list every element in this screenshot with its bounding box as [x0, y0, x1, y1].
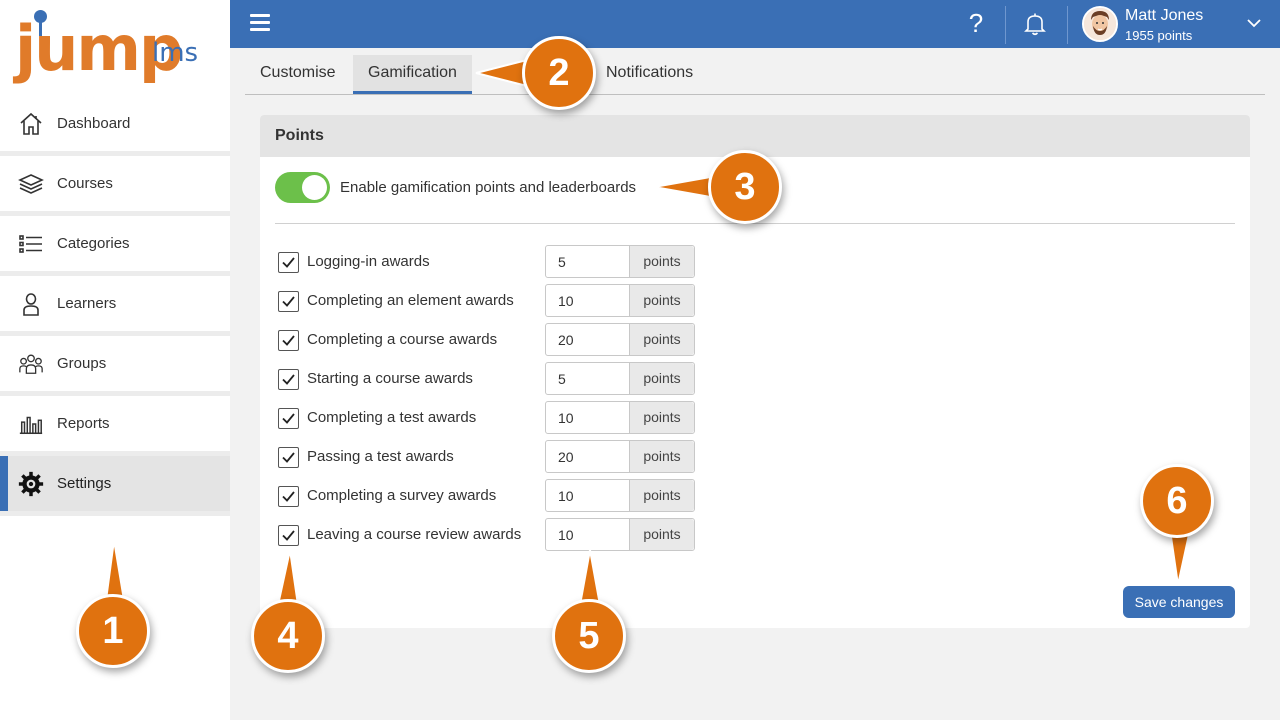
- points-input[interactable]: [546, 441, 629, 472]
- points-input[interactable]: [546, 480, 629, 511]
- award-label: Completing a test awards: [307, 409, 477, 426]
- chevron-down-icon[interactable]: [1246, 16, 1262, 30]
- award-checkbox[interactable]: [278, 486, 299, 507]
- divider: [1067, 6, 1068, 44]
- award-checkbox[interactable]: [278, 330, 299, 351]
- points-unit: points: [629, 402, 694, 433]
- points-unit: points: [629, 519, 694, 550]
- sidebar-item-settings[interactable]: Settings: [0, 456, 230, 516]
- sidebar-item-groups[interactable]: Groups: [0, 336, 230, 396]
- award-checkbox[interactable]: [278, 447, 299, 468]
- layers-icon: [18, 171, 44, 197]
- sidebar-item-label: Reports: [57, 415, 110, 432]
- tab-notifications[interactable]: Notifications: [591, 55, 708, 94]
- hamburger-menu-icon[interactable]: [250, 14, 270, 32]
- callout-2: 2: [522, 36, 596, 110]
- points-input[interactable]: [546, 285, 629, 316]
- points-input-group: points: [545, 518, 695, 551]
- points-unit: points: [629, 285, 694, 316]
- award-row: Completing a course awards points: [278, 323, 698, 356]
- points-input[interactable]: [546, 363, 629, 394]
- sidebar-item-label: Groups: [57, 355, 107, 372]
- award-label: Completing a course awards: [307, 331, 498, 348]
- sidebar-item-label: Categories: [57, 235, 130, 252]
- callout-3: 3: [708, 150, 782, 224]
- toggle-knob: [302, 175, 327, 200]
- points-input-group: points: [545, 323, 695, 356]
- points-input-group: points: [545, 440, 695, 473]
- sidebar-nav: Dashboard Courses Categories Learners Gr…: [0, 96, 230, 516]
- award-row: Completing a survey awards points: [278, 479, 698, 512]
- divider: [1005, 6, 1006, 44]
- sidebar-item-dashboard[interactable]: Dashboard: [0, 96, 230, 156]
- sidebar-item-reports[interactable]: Reports: [0, 396, 230, 456]
- callout-1: 1: [76, 594, 150, 668]
- sidebar-item-label: Learners: [57, 295, 117, 312]
- points-unit: points: [629, 324, 694, 355]
- award-row: Logging-in awards points: [278, 245, 698, 278]
- award-label: Passing a test awards: [307, 448, 454, 465]
- top-bar: ? Matt Jones 1955 points: [230, 0, 1280, 48]
- award-label: Leaving a course review awards: [307, 526, 522, 543]
- points-input-group: points: [545, 284, 695, 317]
- award-checkbox[interactable]: [278, 408, 299, 429]
- award-checkbox[interactable]: [278, 291, 299, 312]
- award-label: Logging-in awards: [307, 253, 430, 270]
- callout-5: 5: [552, 599, 626, 673]
- points-input-group: points: [545, 401, 695, 434]
- tab-gamification[interactable]: Gamification: [353, 55, 472, 94]
- settings-tabs: Customise Gamification Notifications: [245, 55, 1265, 95]
- gamification-toggle[interactable]: [275, 172, 330, 203]
- award-label: Completing an element awards: [307, 292, 514, 309]
- toggle-label: Enable gamification points and leaderboa…: [340, 179, 637, 196]
- user-name[interactable]: Matt Jones: [1125, 7, 1203, 25]
- group-icon: [18, 351, 44, 377]
- points-unit: points: [629, 441, 694, 472]
- award-checkbox[interactable]: [278, 369, 299, 390]
- tab-customise[interactable]: Customise: [245, 55, 351, 94]
- points-input[interactable]: [546, 402, 629, 433]
- points-unit: points: [629, 246, 694, 277]
- award-label: Completing a survey awards: [307, 487, 497, 504]
- person-icon: [18, 291, 44, 317]
- save-changes-button[interactable]: Save changes: [1123, 586, 1235, 618]
- points-unit: points: [629, 480, 694, 511]
- points-input-group: points: [545, 479, 695, 512]
- sidebar-item-learners[interactable]: Learners: [0, 276, 230, 336]
- sidebar-item-label: Courses: [57, 175, 113, 192]
- logo-lms-text: lms: [152, 38, 199, 68]
- list-icon: [18, 231, 44, 257]
- sidebar-item-categories[interactable]: Categories: [0, 216, 230, 276]
- home-icon: [18, 111, 44, 137]
- points-input-group: points: [545, 362, 695, 395]
- award-row: Passing a test awards points: [278, 440, 698, 473]
- bar-chart-icon: [18, 411, 44, 437]
- points-unit: points: [629, 363, 694, 394]
- award-label: Starting a course awards: [307, 370, 473, 387]
- award-row: Completing an element awards points: [278, 284, 698, 317]
- callout-6: 6: [1140, 464, 1214, 538]
- sidebar-item-courses[interactable]: Courses: [0, 156, 230, 216]
- award-row: Completing a test awards points: [278, 401, 698, 434]
- points-input-group: points: [545, 245, 695, 278]
- callout-4: 4: [251, 599, 325, 673]
- bell-icon[interactable]: [1024, 12, 1046, 36]
- points-input[interactable]: [546, 246, 629, 277]
- jumplms-logo[interactable]: jump lms: [12, 8, 222, 88]
- points-input[interactable]: [546, 324, 629, 355]
- points-input[interactable]: [546, 519, 629, 550]
- help-icon[interactable]: ?: [965, 8, 987, 40]
- divider: [275, 223, 1235, 224]
- avatar[interactable]: [1082, 6, 1118, 42]
- award-row: Leaving a course review awards points: [278, 518, 698, 551]
- gear-icon: [18, 471, 44, 497]
- sidebar-item-label: Settings: [57, 475, 112, 492]
- award-row: Starting a course awards points: [278, 362, 698, 395]
- sidebar-item-label: Dashboard: [57, 115, 131, 132]
- user-points: 1955 points: [1125, 28, 1193, 43]
- award-checkbox[interactable]: [278, 525, 299, 546]
- award-checkbox[interactable]: [278, 252, 299, 273]
